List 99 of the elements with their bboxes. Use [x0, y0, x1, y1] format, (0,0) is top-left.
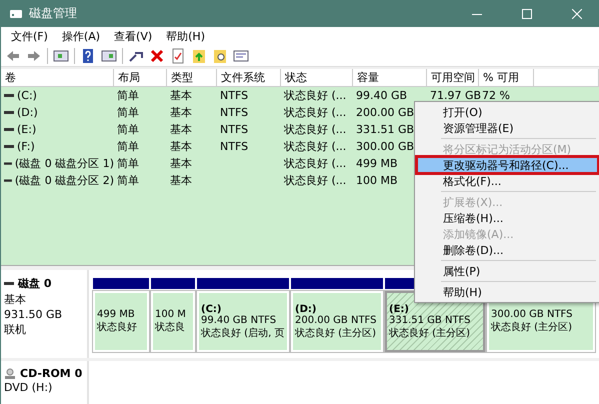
- table-cell-text: NTFS: [219, 123, 250, 136]
- table-cell-text: NTFS: [219, 106, 250, 119]
- column-header[interactable]: 状态: [281, 69, 353, 86]
- partition-text: 200.00 GB NTFS: [295, 314, 378, 326]
- partition-block[interactable]: 499 MB 状态良好: [93, 291, 149, 352]
- volume-icon: [4, 94, 14, 98]
- list-icon[interactable]: [233, 48, 249, 64]
- menu-item[interactable]: 操作(A): [56, 28, 106, 44]
- partition-text: 499 MB: [97, 309, 136, 320]
- table-cell-text: NTFS: [219, 89, 250, 102]
- table-cell-text: 简单: [116, 156, 140, 171]
- partition-text: 状态良好 (主分区): [389, 326, 471, 340]
- column-header[interactable]: 容量: [353, 69, 427, 86]
- table-cell-text: 简单: [116, 173, 140, 188]
- column-header[interactable]: 可用空间: [427, 69, 479, 86]
- disk-detail: DVD (H:): [4, 381, 54, 394]
- context-menu-item[interactable]: 属性(P): [417, 263, 598, 279]
- table-cell: (磁盘 0 磁盘分区 2): [14, 173, 114, 188]
- window-title: 磁盘管理: [29, 5, 78, 22]
- table-cell-text: 100 MB: [355, 174, 399, 187]
- table-cell-text: 基本: [169, 156, 193, 171]
- table-cell-text: 300.00 GB: [355, 140, 416, 153]
- table-cell: (F:): [17, 140, 35, 153]
- context-menu-item[interactable]: 资源管理器(E): [417, 120, 598, 136]
- table-cell-text: 72 %: [481, 89, 511, 102]
- context-menu-item[interactable]: 格式化(F)...: [417, 173, 598, 189]
- column-header[interactable]: 类型: [167, 69, 217, 86]
- volume-icon: [4, 162, 12, 166]
- close-icon: [572, 8, 582, 18]
- optical-drive-icon: [4, 368, 16, 380]
- panel-icon[interactable]: [101, 48, 117, 64]
- table-cell-text: 基本: [169, 88, 193, 103]
- partition-label: (D:): [295, 304, 316, 314]
- menu-item[interactable]: 帮助(H): [160, 28, 211, 44]
- partition-label: (E:): [389, 304, 409, 314]
- help-icon[interactable]: [80, 48, 96, 64]
- partition-text: 100 M: [155, 309, 187, 320]
- table-cell-text: 基本: [169, 122, 193, 137]
- volume-icon: [4, 144, 14, 148]
- table-cell-text: 99.40 GB: [355, 89, 408, 102]
- table-cell-text: 200.00 GB: [355, 106, 416, 119]
- partition-text: 99.40 GB NTFS: [201, 314, 278, 326]
- disk-name: 磁盘 0: [18, 276, 52, 291]
- context-menu-item[interactable]: 压缩卷(H)...: [417, 210, 598, 226]
- column-header[interactable]: 文件系统: [217, 69, 281, 86]
- menu-item[interactable]: 查看(V): [108, 28, 158, 44]
- partition-text: 状态良好 (启动, 页: [201, 326, 285, 340]
- volume-icon: [4, 110, 14, 114]
- table-cell-text: 状态良好 (...: [283, 105, 348, 120]
- table-cell-text: 499 MB: [355, 157, 399, 170]
- folder-up-icon[interactable]: [191, 48, 207, 64]
- checked-document-icon[interactable]: [170, 48, 186, 64]
- partition-block[interactable]: (D:) 200.00 GB NTFS 状态良好 (主分区): [291, 291, 383, 352]
- table-cell: (E:): [17, 123, 36, 136]
- table-cell-text: 状态良好 (...: [283, 122, 348, 137]
- table-cell: (磁盘 0 磁盘分区 1): [14, 156, 114, 171]
- context-menu-item[interactable]: 更改驱动器号和路径(C)...: [417, 157, 598, 173]
- table-cell-text: 基本: [169, 105, 193, 120]
- partition-text: 331.51 GB NTFS: [389, 314, 472, 326]
- table-cell-text: 简单: [116, 88, 140, 103]
- table-cell-text: 状态良好 (...: [283, 156, 348, 171]
- disk-detail: 931.50 GB: [4, 308, 64, 321]
- context-menu-item[interactable]: 打开(O): [417, 104, 598, 120]
- partition-text: 状态良好: [97, 320, 138, 334]
- delete-icon[interactable]: [149, 48, 165, 64]
- table-cell: (D:): [17, 106, 38, 119]
- disk-detail: 联机: [4, 322, 27, 337]
- table-cell-text: 状态良好 (...: [283, 88, 348, 103]
- panel-icon[interactable]: [53, 48, 69, 64]
- partition-text: 状态良好 (主分区): [295, 326, 377, 340]
- partition-bar: [93, 278, 149, 289]
- column-header[interactable]: 卷: [1, 69, 114, 86]
- volume-icon: [4, 178, 12, 182]
- table-cell-text: 331.51 GB: [355, 123, 416, 136]
- table-cell-text: 基本: [169, 173, 193, 188]
- table-cell-text: 简单: [116, 122, 140, 137]
- partition-text: 状态良好 (主分区): [491, 320, 573, 334]
- disk-name: CD-ROM 0: [20, 367, 82, 380]
- table-cell-text: NTFS: [219, 140, 250, 153]
- partition-block[interactable]: 100 M 状态良: [151, 291, 195, 352]
- volume-icon: [4, 128, 14, 132]
- table-cell-text: 状态良好 (...: [283, 173, 348, 188]
- partition-text: 300.00 GB NTFS: [491, 309, 574, 320]
- partition-text: 状态良: [155, 320, 186, 334]
- partition-block[interactable]: (C:) 99.40 GB NTFS 状态良好 (启动, 页: [197, 291, 289, 352]
- column-header[interactable]: % 可用: [479, 69, 534, 86]
- table-cell-text: 简单: [116, 139, 140, 154]
- disk-detail: 基本: [4, 292, 27, 307]
- partition-bar: [151, 278, 195, 289]
- table-cell-text: 基本: [169, 139, 193, 154]
- table-cell-text: 状态良好 (...: [283, 139, 348, 154]
- table-cell-text: 简单: [116, 105, 140, 120]
- column-header[interactable]: 布局: [114, 69, 167, 86]
- maximize-icon: [522, 8, 532, 18]
- partition-label: (C:): [201, 304, 222, 314]
- menu-item[interactable]: 文件(F): [5, 28, 54, 44]
- table-cell-text: 71.97 GB: [429, 89, 479, 102]
- context-menu-item[interactable]: 删除卷(D)...: [417, 242, 598, 258]
- table-cell: (C:): [17, 89, 37, 102]
